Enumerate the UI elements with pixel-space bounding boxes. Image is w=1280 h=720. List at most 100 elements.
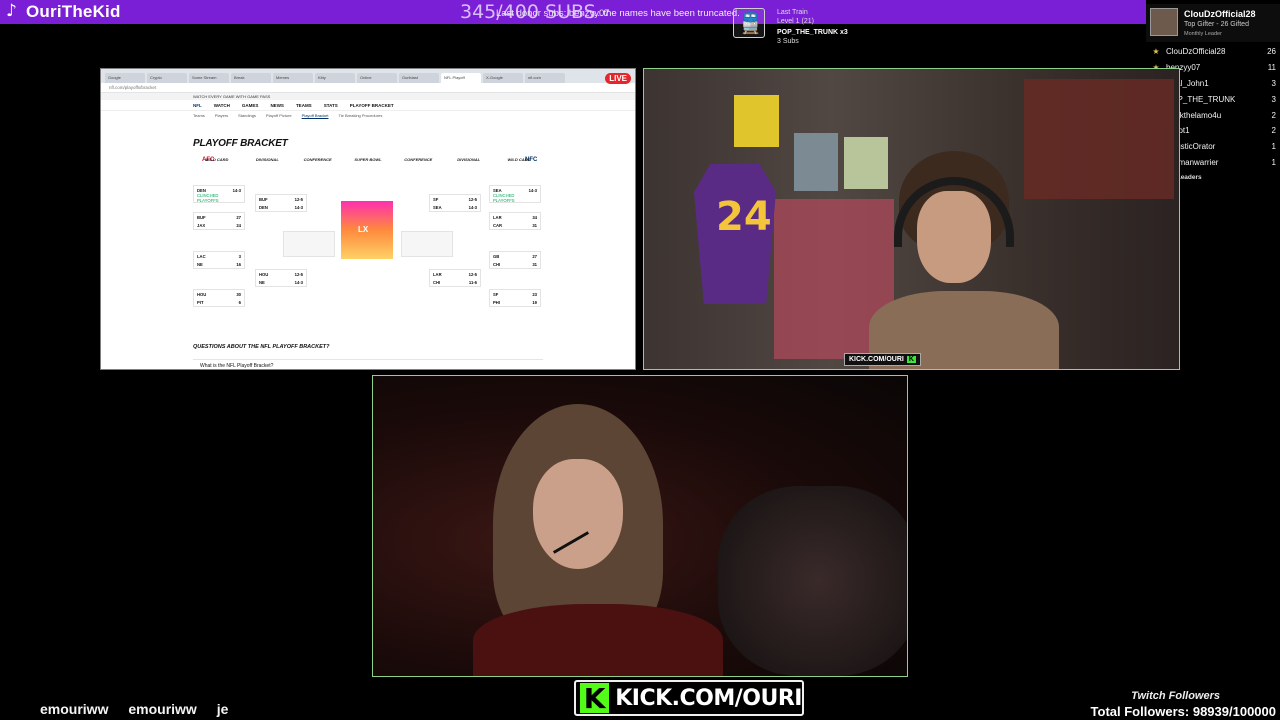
matchup-card[interactable]: BUF 27 JAX 24 <box>193 212 245 230</box>
team-score: 16 <box>236 261 241 267</box>
nav-teams[interactable]: TEAMS <box>296 103 312 108</box>
jersey-number: 24 <box>716 194 772 240</box>
team-abbr: DEN <box>197 187 206 193</box>
sub-train: Last Train Level 1 (21) POP_THE_TRUNK x3… <box>777 8 848 46</box>
gift-count: 1 <box>1271 157 1276 167</box>
team-abbr: CAR <box>493 222 503 228</box>
subnav-standings[interactable]: Standings <box>238 113 256 118</box>
browser-tab[interactable]: Online <box>357 73 397 83</box>
top-banner: OuriTheKid 345/400 SUBS Last donor subs:… <box>0 0 1146 24</box>
team-score: 14-3 <box>232 187 241 193</box>
ticker-item: emouriww <box>40 701 109 717</box>
train-title: Last Train <box>777 9 808 16</box>
browser-tab[interactable]: Some Stream <box>189 73 229 83</box>
nav-stats[interactable]: STATS <box>324 103 338 108</box>
browser-tab[interactable]: X-Google <box>483 73 523 83</box>
matchup-card[interactable]: BUF 12-5 DEN 14-3 <box>255 194 307 212</box>
subnav-players[interactable]: Players <box>215 113 228 118</box>
team-score: 6 <box>238 299 241 305</box>
browser-tab[interactable]: Kitty <box>315 73 355 83</box>
live-badge: LIVE <box>605 73 631 84</box>
train-icon <box>733 8 765 38</box>
browser-tab-active[interactable]: NFL Playoff <box>441 73 481 83</box>
truncation-notice: …the names have been truncated. <box>594 8 740 19</box>
matchup-card[interactable]: GB 27 CHI 31 <box>489 251 541 269</box>
nav-playoff-bracket[interactable]: PLAYOFF BRACKET <box>350 103 394 108</box>
round-label: WILD CARD <box>507 157 531 162</box>
matchup-card[interactable]: LAR 12-5 CHI 11-6 <box>429 269 481 287</box>
round-labels: WILD CARD DIVISIONAL CONFERENCE SUPER BO… <box>193 157 543 162</box>
url-bar[interactable]: nfl.com/playoffs/bracket <box>101 83 635 93</box>
team-score: 27 <box>236 214 241 220</box>
nav-watch[interactable]: WATCH <box>214 103 230 108</box>
matchup-card[interactable]: SF 12-5 SEA 14-3 <box>429 194 481 212</box>
followers-label: Twitch Followers <box>1131 690 1220 702</box>
subnav-teams[interactable]: Teams <box>193 113 205 118</box>
bracket-title: PLAYOFF BRACKET <box>193 138 288 149</box>
team-score: 27 <box>532 253 537 259</box>
gift-count: 1 <box>1271 142 1276 152</box>
team-abbr: BUF <box>197 214 206 220</box>
browser-tab[interactable]: Google <box>105 73 145 83</box>
last-donor: Last donor subs: benzyy07 <box>496 8 610 19</box>
top-gifter-caption: Monthly Leader <box>1184 31 1222 37</box>
team-abbr: HOU <box>197 291 207 297</box>
faq-title: QUESTIONS ABOUT THE NFL PLAYOFF BRACKET? <box>193 344 330 350</box>
team-abbr: HOU <box>259 271 269 277</box>
kick-banner: K KICK.COM/OURI <box>574 680 804 716</box>
round-label: DIVISIONAL <box>255 157 279 162</box>
nav-news[interactable]: NEWS <box>270 103 284 108</box>
subnav-playoff-bracket[interactable]: Playoff Bracket <box>302 113 329 118</box>
avatar <box>1150 8 1178 36</box>
team-record: 14-3 <box>294 204 303 210</box>
brand: OuriTheKid <box>6 1 121 22</box>
matchup-card[interactable]: LAR 34 CAR 31 <box>489 212 541 230</box>
matchup-card-placeholder[interactable] <box>283 231 335 257</box>
matchup-card[interactable]: HOU 30 PIT 6 <box>193 289 245 307</box>
nav-games[interactable]: GAMES <box>242 103 259 108</box>
team-score: 3 <box>238 253 241 259</box>
kick-logo-icon: K <box>906 356 916 363</box>
faq-question[interactable]: What is the NFL Playoff Bracket? <box>193 359 543 369</box>
browser-tab[interactable]: nfl.com <box>525 73 565 83</box>
webcam-streamer: 24 KICK.COM/OURI K <box>643 68 1180 370</box>
matchup-card[interactable]: LAC 3 NE 16 <box>193 251 245 269</box>
subnav-playoff-picture[interactable]: Playoff Picture <box>266 113 292 118</box>
team-abbr: SF <box>433 196 439 202</box>
gifter-name: ClouDzOfficial28 <box>1166 47 1226 57</box>
top-gifter-subtitle: Top Gifter - 26 Gifted <box>1184 21 1249 28</box>
rank-star-icon: ★ <box>1152 47 1160 57</box>
team-abbr: LAR <box>433 271 442 277</box>
team-record: 14-3 <box>294 279 303 285</box>
streamer-name: OuriTheKid <box>26 2 121 21</box>
team-abbr: LAC <box>197 253 206 259</box>
team-abbr: CLINCHED PLAYOFFS <box>493 193 515 203</box>
browser-tab[interactable]: Memes <box>273 73 313 83</box>
team-record: 12-5 <box>468 196 477 202</box>
browser-tab[interactable]: Break <box>231 73 271 83</box>
round-label: DIVISIONAL <box>457 157 481 162</box>
matchup-card[interactable]: SEA 14-3 CLINCHED PLAYOFFS <box>489 185 541 203</box>
team-abbr: PHI <box>493 299 500 305</box>
ticker-item: je <box>216 701 229 717</box>
site-nav: NFL WATCH GAMES NEWS TEAMS STATS PLAYOFF… <box>101 100 635 111</box>
team-abbr: JAX <box>197 222 206 228</box>
top-gifter-name: ClouDzOfficial28 <box>1184 9 1256 19</box>
subnav-tie-breaking[interactable]: Tie Breaking Procedures <box>338 113 382 118</box>
matchup-card[interactable]: SF 23 PHI 19 <box>489 289 541 307</box>
matchup-card[interactable]: DEN 14-3 CLINCHED PLAYOFFS <box>193 185 245 203</box>
matchup-card[interactable]: HOU 12-5 NE 14-3 <box>255 269 307 287</box>
team-record: 12-5 <box>468 271 477 277</box>
gift-count: 2 <box>1271 126 1276 136</box>
ticker-item: emouriww <box>128 701 197 717</box>
matchup-card-placeholder[interactable] <box>401 231 453 257</box>
super-bowl-logo <box>341 201 393 259</box>
round-label: SUPER BOWL <box>354 157 382 162</box>
team-abbr: PIT <box>197 299 204 305</box>
browser-tab[interactable]: Crypto <box>147 73 187 83</box>
nav-logo[interactable]: NFL <box>193 103 202 108</box>
team-score: 31 <box>532 261 537 267</box>
promo-banner[interactable]: WATCH EVERY GAME WITH GAME PASS <box>101 93 635 100</box>
browser-tab[interactable]: Ouriblast <box>399 73 439 83</box>
team-score: 23 <box>532 291 537 297</box>
